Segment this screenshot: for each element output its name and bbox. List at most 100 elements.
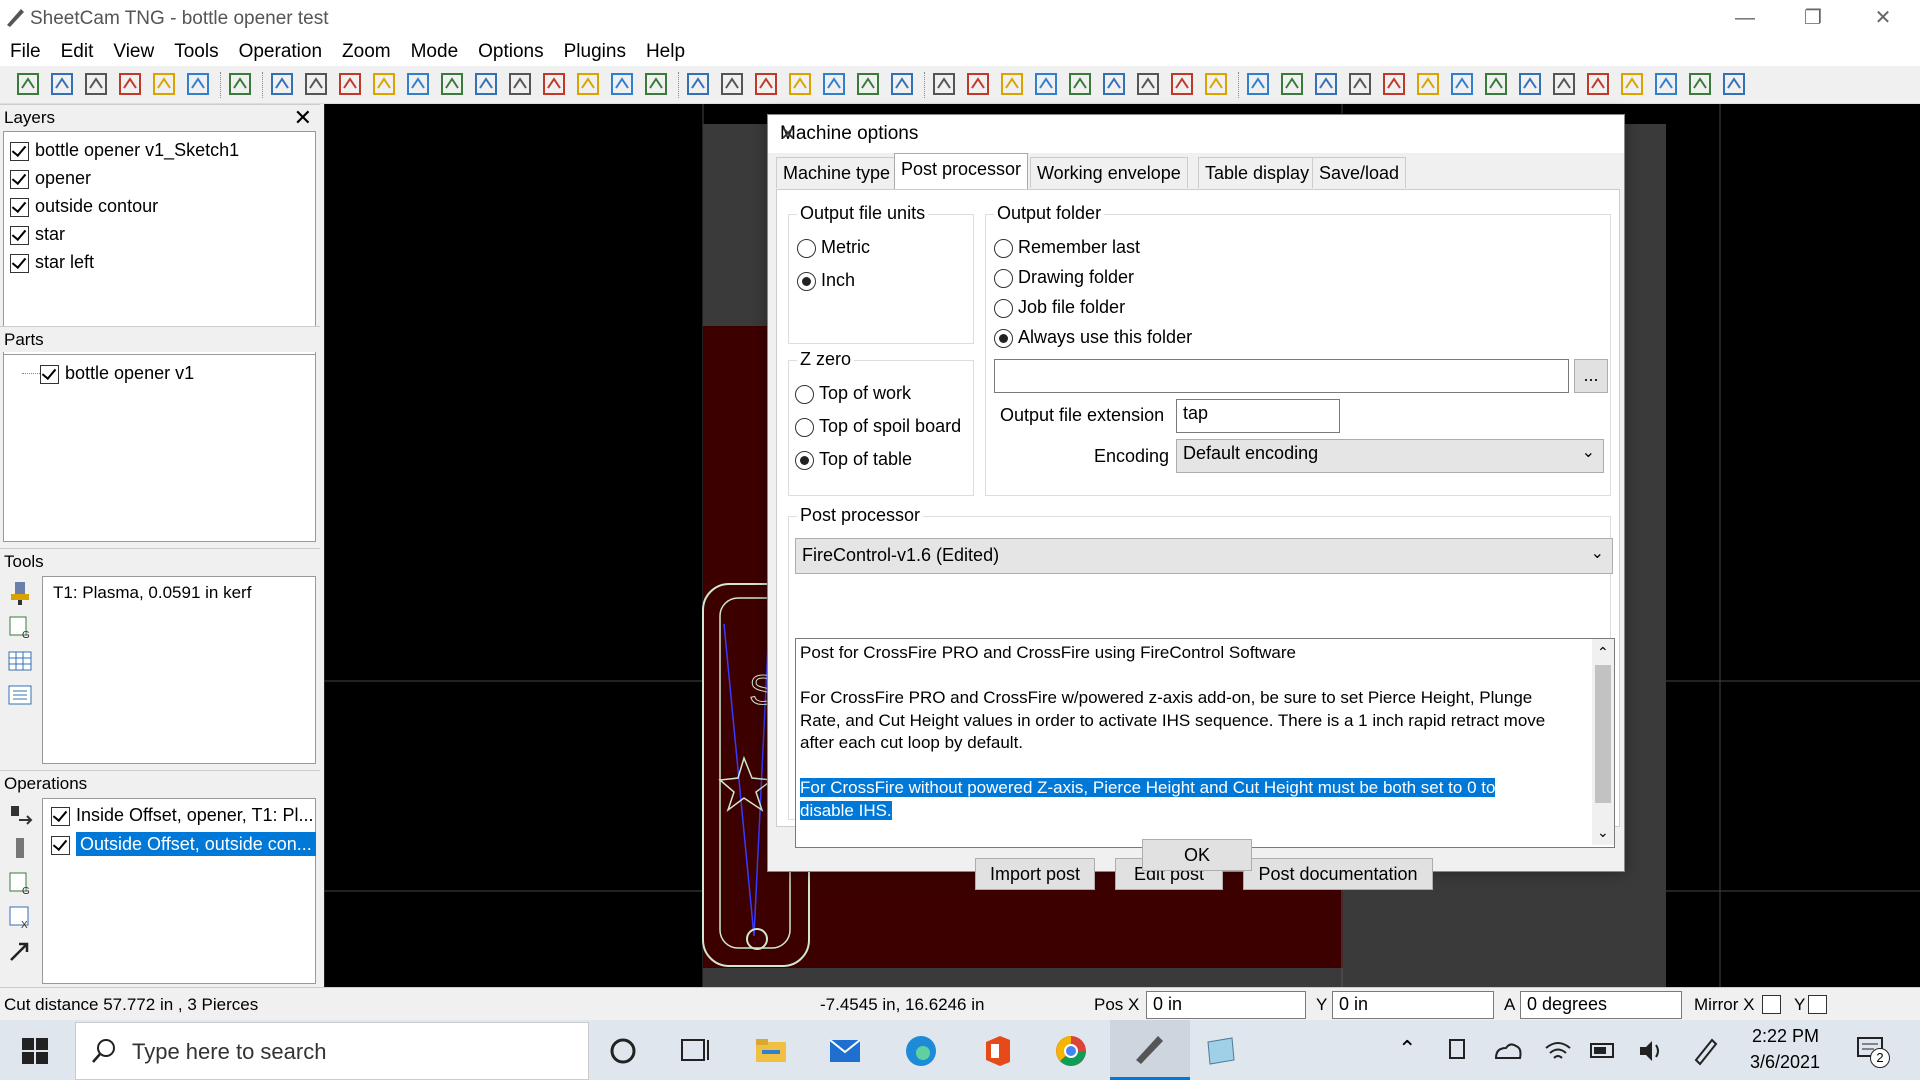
clock-time[interactable]: 2:22 PM [1752, 1026, 1819, 1047]
draw-rect-icon[interactable] [268, 70, 296, 98]
drill-icon[interactable] [404, 70, 432, 98]
new-tool-icon[interactable]: G [7, 614, 33, 640]
text-tool-icon[interactable] [1202, 70, 1230, 98]
menu-operation[interactable]: Operation [229, 36, 332, 66]
metric-radio[interactable]: Metric [797, 237, 870, 258]
tab-working-envelope[interactable]: Working envelope [1030, 157, 1188, 188]
op-10-icon[interactable] [1550, 70, 1578, 98]
layer-checkbox[interactable] [10, 197, 29, 217]
angle-input[interactable]: 0 degrees [1520, 991, 1682, 1019]
notification-center-button[interactable]: 2 [1856, 1036, 1890, 1068]
browse-folder-button[interactable]: ... [1574, 359, 1608, 393]
zoom-fit-icon[interactable] [786, 70, 814, 98]
inch-radio[interactable]: Inch [797, 270, 855, 291]
output-folder-path-input[interactable] [994, 359, 1569, 393]
menu-help[interactable]: Help [636, 36, 695, 66]
minimize-button[interactable]: — [1720, 4, 1770, 32]
part-checkbox[interactable] [40, 364, 59, 384]
transform-icon[interactable] [574, 70, 602, 98]
calculator-icon[interactable] [150, 70, 178, 98]
tab-table-display[interactable]: Table display [1198, 157, 1317, 188]
tool-item[interactable]: T1: Plasma, 0.0591 in kerf [53, 579, 251, 607]
select-multi-icon[interactable] [1032, 70, 1060, 98]
cortana-icon[interactable] [606, 1034, 640, 1068]
delete-operation-icon[interactable]: X [7, 904, 33, 930]
import-post-button[interactable]: Import post [975, 858, 1095, 890]
zoom-in-icon[interactable] [684, 70, 712, 98]
tab-post-processor[interactable]: Post processor [894, 153, 1029, 190]
pos-x-input[interactable]: 0 in [1146, 991, 1306, 1019]
draw-curve-icon[interactable] [336, 70, 364, 98]
select-path-icon[interactable] [998, 70, 1026, 98]
plasma-s-icon[interactable] [506, 70, 534, 98]
operation-item-selected[interactable]: Outside Offset, outside con... [51, 830, 316, 858]
print-setup-icon[interactable] [82, 70, 110, 98]
op-4-icon[interactable] [1346, 70, 1374, 98]
top-of-table-radio[interactable]: Top of table [795, 449, 912, 470]
job-file-folder-radio[interactable]: Job file folder [994, 297, 1125, 318]
onedrive-icon[interactable] [1492, 1034, 1522, 1068]
op-6-icon[interactable] [1414, 70, 1442, 98]
menu-options[interactable]: Options [468, 36, 553, 66]
open-file-icon[interactable] [48, 70, 76, 98]
tab-save-load[interactable]: Save/load [1312, 157, 1407, 188]
menu-view[interactable]: View [103, 36, 164, 66]
menu-zoom[interactable]: Zoom [332, 36, 401, 66]
op-7-icon[interactable] [1448, 70, 1476, 98]
layer-checkbox[interactable] [10, 225, 29, 245]
operation-item[interactable]: Inside Offset, opener, T1: Pl... [51, 801, 313, 829]
op-12-icon[interactable] [1618, 70, 1646, 98]
plasma-torch-icon[interactable] [7, 580, 33, 606]
radio-icon[interactable] [795, 417, 814, 437]
remember-last-radio[interactable]: Remember last [994, 237, 1140, 258]
scale-icon[interactable] [1134, 70, 1162, 98]
encoding-select[interactable]: Default encoding ⌄ [1176, 439, 1604, 473]
menu-edit[interactable]: Edit [51, 36, 104, 66]
layer-item[interactable]: star [10, 220, 309, 248]
app-window-icon[interactable] [1204, 1034, 1238, 1068]
radio-icon[interactable] [994, 298, 1013, 318]
op-8-icon[interactable] [1482, 70, 1510, 98]
layer-item[interactable]: bottle opener v1_Sketch1 [10, 136, 309, 164]
tool-info-icon[interactable] [184, 70, 212, 98]
windows-start-icon[interactable] [22, 1038, 48, 1064]
op-2-icon[interactable] [1278, 70, 1306, 98]
ok-button[interactable]: OK [1142, 839, 1252, 871]
scroll-up-icon[interactable]: ⌃ [1597, 641, 1609, 664]
op-1-icon[interactable] [1244, 70, 1272, 98]
post-documentation-button[interactable]: Post documentation [1243, 858, 1433, 890]
task-view-icon[interactable] [678, 1034, 712, 1068]
tab-machine-type[interactable]: Machine type [776, 157, 898, 188]
description-scrollbar[interactable]: ⌃ ⌄ [1592, 639, 1614, 845]
top-of-spoil-board-radio[interactable]: Top of spoil board [795, 416, 961, 437]
print-icon[interactable] [116, 70, 144, 98]
pen-icon[interactable] [1690, 1034, 1720, 1068]
radio-icon[interactable] [994, 238, 1013, 258]
zoom-out-icon[interactable] [718, 70, 746, 98]
operation-checkbox[interactable] [51, 835, 70, 855]
layer-checkbox[interactable] [10, 169, 29, 189]
zoom-select-icon[interactable] [854, 70, 882, 98]
always-use-folder-radio[interactable]: Always use this folder [994, 327, 1192, 348]
part-item[interactable]: bottle opener v1 [40, 359, 194, 387]
wifi-icon[interactable] [1542, 1034, 1572, 1068]
panel-icon[interactable] [642, 70, 670, 98]
zoom-custom-icon[interactable] [888, 70, 916, 98]
op-3-icon[interactable] [1312, 70, 1340, 98]
drill-icon[interactable] [7, 836, 33, 862]
edit-outline-icon[interactable] [540, 70, 568, 98]
office-icon[interactable] [980, 1034, 1014, 1068]
operation-checkbox[interactable] [51, 806, 70, 826]
layer-item[interactable]: outside contour [10, 192, 309, 220]
op-15-icon[interactable] [1720, 70, 1748, 98]
undo-icon[interactable] [226, 70, 254, 98]
radio-icon[interactable] [797, 238, 816, 258]
operation-move-icon[interactable] [7, 802, 33, 828]
volume-icon[interactable] [1636, 1034, 1666, 1068]
op-13-icon[interactable] [1652, 70, 1680, 98]
radio-icon[interactable] [994, 268, 1013, 288]
menu-file[interactable]: File [0, 36, 51, 66]
output-extension-input[interactable]: tap [1176, 399, 1340, 433]
insert-part-icon[interactable] [472, 70, 500, 98]
draw-polyline-icon[interactable] [302, 70, 330, 98]
